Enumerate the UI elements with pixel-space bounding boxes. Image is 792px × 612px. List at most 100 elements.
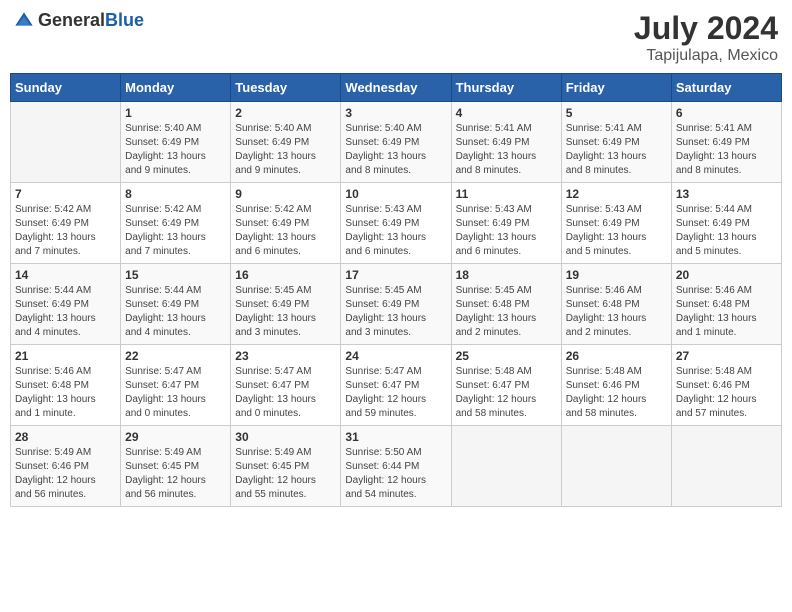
day-detail: Sunrise: 5:48 AM Sunset: 6:47 PM Dayligh… bbox=[456, 365, 557, 421]
calendar-cell: 13Sunrise: 5:44 AM Sunset: 6:49 PM Dayli… bbox=[671, 183, 781, 264]
week-row-3: 14 Sunrise: 5:44 AM Sunset: 6:49 PM Dayli… bbox=[11, 264, 782, 345]
calendar-cell: 14 Sunrise: 5:44 AM Sunset: 6:49 PM Dayli… bbox=[11, 264, 121, 345]
day-detail: Sunrise: 5:46 AM Sunset: 6:48 PM Dayligh… bbox=[566, 284, 667, 340]
weekday-header-saturday: Saturday bbox=[671, 74, 781, 102]
calendar-cell: 8 Sunrise: 5:42 AM Sunset: 6:49 PM Daylig… bbox=[121, 183, 231, 264]
weekday-header-wednesday: Wednesday bbox=[341, 74, 451, 102]
day-detail: Sunrise: 5:49 AM Sunset: 6:45 PM Dayligh… bbox=[235, 446, 336, 502]
logo-text-blue: Blue bbox=[105, 10, 144, 30]
day-number: 5 bbox=[566, 106, 667, 120]
day-detail: Sunrise: 5:47 AM Sunset: 6:47 PM Dayligh… bbox=[345, 365, 446, 421]
day-detail: Sunrise: 5:47 AM Sunset: 6:47 PM Dayligh… bbox=[125, 365, 226, 421]
day-number: 19 bbox=[566, 268, 667, 282]
weekday-header-friday: Friday bbox=[561, 74, 671, 102]
calendar-cell: 18 Sunrise: 5:45 AM Sunset: 6:48 PM Dayli… bbox=[451, 264, 561, 345]
calendar-cell: 29 Sunrise: 5:49 AM Sunset: 6:45 PM Dayli… bbox=[121, 426, 231, 507]
weekday-header-tuesday: Tuesday bbox=[231, 74, 341, 102]
calendar-cell bbox=[11, 102, 121, 183]
day-number: 1 bbox=[125, 106, 226, 120]
day-number: 8 bbox=[125, 187, 226, 201]
page-header: GeneralBlue July 2024 Tapijulapa, Mexico bbox=[10, 10, 782, 65]
day-number: 29 bbox=[125, 430, 226, 444]
logo: GeneralBlue bbox=[14, 10, 144, 31]
day-detail: Sunrise: 5:46 AM Sunset: 6:48 PM Dayligh… bbox=[676, 284, 777, 340]
day-number: 7 bbox=[15, 187, 116, 201]
calendar-cell: 2 Sunrise: 5:40 AM Sunset: 6:49 PM Daylig… bbox=[231, 102, 341, 183]
calendar-cell: 7 Sunrise: 5:42 AM Sunset: 6:49 PM Daylig… bbox=[11, 183, 121, 264]
week-row-4: 21 Sunrise: 5:46 AM Sunset: 6:48 PM Dayli… bbox=[11, 345, 782, 426]
weekday-header-thursday: Thursday bbox=[451, 74, 561, 102]
day-detail: Sunrise: 5:47 AM Sunset: 6:47 PM Dayligh… bbox=[235, 365, 336, 421]
day-detail: Sunrise: 5:44 AM Sunset: 6:49 PM Dayligh… bbox=[15, 284, 116, 340]
week-row-5: 28Sunrise: 5:49 AM Sunset: 6:46 PM Dayli… bbox=[11, 426, 782, 507]
day-number: 22 bbox=[125, 349, 226, 363]
day-detail: Sunrise: 5:50 AM Sunset: 6:44 PM Dayligh… bbox=[345, 446, 446, 502]
day-detail: Sunrise: 5:40 AM Sunset: 6:49 PM Dayligh… bbox=[345, 122, 446, 178]
day-detail: Sunrise: 5:41 AM Sunset: 6:49 PM Dayligh… bbox=[456, 122, 557, 178]
day-number: 12 bbox=[566, 187, 667, 201]
week-row-1: 1 Sunrise: 5:40 AM Sunset: 6:49 PM Daylig… bbox=[11, 102, 782, 183]
day-detail: Sunrise: 5:42 AM Sunset: 6:49 PM Dayligh… bbox=[125, 203, 226, 259]
month-title: July 2024 bbox=[634, 10, 778, 47]
day-number: 4 bbox=[456, 106, 557, 120]
calendar-cell: 5 Sunrise: 5:41 AM Sunset: 6:49 PM Daylig… bbox=[561, 102, 671, 183]
calendar-cell: 10 Sunrise: 5:43 AM Sunset: 6:49 PM Dayli… bbox=[341, 183, 451, 264]
day-number: 13 bbox=[676, 187, 777, 201]
day-number: 25 bbox=[456, 349, 557, 363]
day-number: 27 bbox=[676, 349, 777, 363]
day-number: 14 bbox=[15, 268, 116, 282]
logo-text-general: General bbox=[38, 10, 105, 30]
day-detail: Sunrise: 5:40 AM Sunset: 6:49 PM Dayligh… bbox=[235, 122, 336, 178]
day-detail: Sunrise: 5:42 AM Sunset: 6:49 PM Dayligh… bbox=[235, 203, 336, 259]
calendar-cell: 25 Sunrise: 5:48 AM Sunset: 6:47 PM Dayli… bbox=[451, 345, 561, 426]
day-detail: Sunrise: 5:41 AM Sunset: 6:49 PM Dayligh… bbox=[676, 122, 777, 178]
calendar-cell: 24 Sunrise: 5:47 AM Sunset: 6:47 PM Dayli… bbox=[341, 345, 451, 426]
day-number: 10 bbox=[345, 187, 446, 201]
weekday-header-monday: Monday bbox=[121, 74, 231, 102]
calendar-cell: 19 Sunrise: 5:46 AM Sunset: 6:48 PM Dayli… bbox=[561, 264, 671, 345]
day-number: 16 bbox=[235, 268, 336, 282]
day-detail: Sunrise: 5:43 AM Sunset: 6:49 PM Dayligh… bbox=[566, 203, 667, 259]
logo-icon bbox=[14, 11, 34, 31]
day-number: 21 bbox=[15, 349, 116, 363]
day-number: 18 bbox=[456, 268, 557, 282]
day-detail: Sunrise: 5:45 AM Sunset: 6:49 PM Dayligh… bbox=[235, 284, 336, 340]
day-detail: Sunrise: 5:40 AM Sunset: 6:49 PM Dayligh… bbox=[125, 122, 226, 178]
calendar-cell: 12 Sunrise: 5:43 AM Sunset: 6:49 PM Dayli… bbox=[561, 183, 671, 264]
day-detail: Sunrise: 5:43 AM Sunset: 6:49 PM Dayligh… bbox=[456, 203, 557, 259]
day-detail: Sunrise: 5:42 AM Sunset: 6:49 PM Dayligh… bbox=[15, 203, 116, 259]
calendar-cell: 20 Sunrise: 5:46 AM Sunset: 6:48 PM Dayli… bbox=[671, 264, 781, 345]
day-detail: Sunrise: 5:45 AM Sunset: 6:48 PM Dayligh… bbox=[456, 284, 557, 340]
calendar-table: SundayMondayTuesdayWednesdayThursdayFrid… bbox=[10, 73, 782, 507]
day-number: 6 bbox=[676, 106, 777, 120]
calendar-cell: 9Sunrise: 5:42 AM Sunset: 6:49 PM Daylig… bbox=[231, 183, 341, 264]
title-block: July 2024 Tapijulapa, Mexico bbox=[634, 10, 778, 65]
calendar-cell: 1 Sunrise: 5:40 AM Sunset: 6:49 PM Daylig… bbox=[121, 102, 231, 183]
calendar-cell: 31Sunrise: 5:50 AM Sunset: 6:44 PM Dayli… bbox=[341, 426, 451, 507]
calendar-cell bbox=[561, 426, 671, 507]
day-number: 15 bbox=[125, 268, 226, 282]
day-number: 3 bbox=[345, 106, 446, 120]
calendar-body: 1 Sunrise: 5:40 AM Sunset: 6:49 PM Daylig… bbox=[11, 102, 782, 507]
day-number: 20 bbox=[676, 268, 777, 282]
calendar-cell: 27Sunrise: 5:48 AM Sunset: 6:46 PM Dayli… bbox=[671, 345, 781, 426]
calendar-cell: 23 Sunrise: 5:47 AM Sunset: 6:47 PM Dayli… bbox=[231, 345, 341, 426]
day-detail: Sunrise: 5:46 AM Sunset: 6:48 PM Dayligh… bbox=[15, 365, 116, 421]
day-number: 24 bbox=[345, 349, 446, 363]
day-number: 23 bbox=[235, 349, 336, 363]
day-detail: Sunrise: 5:43 AM Sunset: 6:49 PM Dayligh… bbox=[345, 203, 446, 259]
location-title: Tapijulapa, Mexico bbox=[634, 47, 778, 65]
calendar-cell: 26Sunrise: 5:48 AM Sunset: 6:46 PM Dayli… bbox=[561, 345, 671, 426]
day-detail: Sunrise: 5:49 AM Sunset: 6:45 PM Dayligh… bbox=[125, 446, 226, 502]
day-detail: Sunrise: 5:48 AM Sunset: 6:46 PM Dayligh… bbox=[566, 365, 667, 421]
calendar-cell: 22 Sunrise: 5:47 AM Sunset: 6:47 PM Dayli… bbox=[121, 345, 231, 426]
calendar-cell: 15 Sunrise: 5:44 AM Sunset: 6:49 PM Dayli… bbox=[121, 264, 231, 345]
day-number: 28 bbox=[15, 430, 116, 444]
calendar-cell: 17Sunrise: 5:45 AM Sunset: 6:49 PM Dayli… bbox=[341, 264, 451, 345]
day-detail: Sunrise: 5:44 AM Sunset: 6:49 PM Dayligh… bbox=[125, 284, 226, 340]
day-detail: Sunrise: 5:41 AM Sunset: 6:49 PM Dayligh… bbox=[566, 122, 667, 178]
calendar-cell bbox=[671, 426, 781, 507]
weekday-header-sunday: Sunday bbox=[11, 74, 121, 102]
day-number: 11 bbox=[456, 187, 557, 201]
day-number: 2 bbox=[235, 106, 336, 120]
